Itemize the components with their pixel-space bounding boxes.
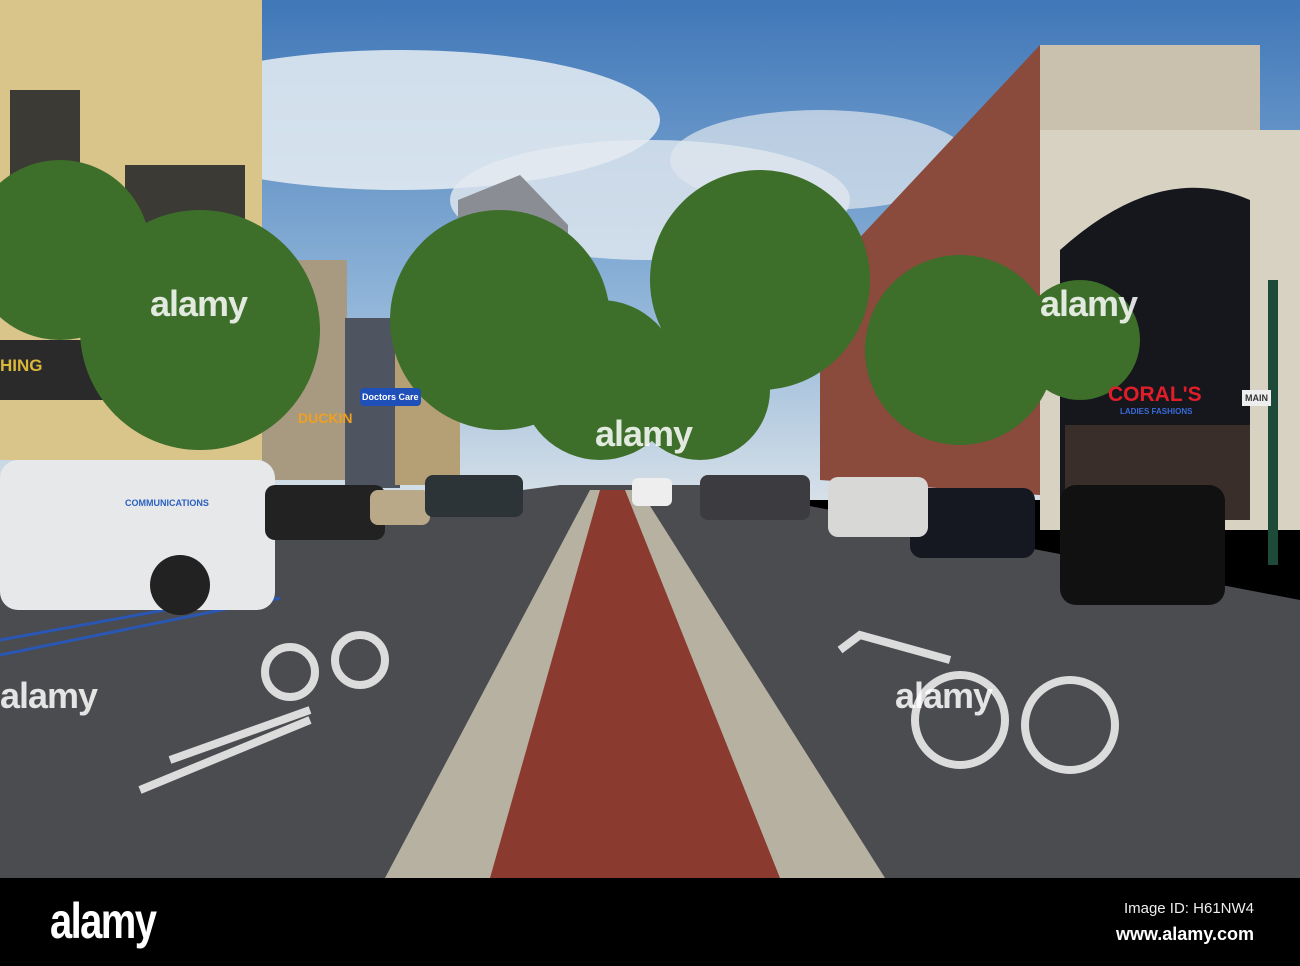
parked-cars: [700, 475, 810, 520]
watermark: alamy: [1040, 283, 1138, 324]
footer-bar: alamy Image ID: H61NW4 www.alamy.com: [0, 878, 1300, 966]
car: [910, 488, 1035, 558]
jeep: [425, 475, 523, 517]
car: [370, 490, 430, 525]
store-sign-left: HING: [0, 356, 43, 375]
website-link[interactable]: www.alamy.com: [1116, 924, 1254, 945]
street-photo: CORAL'S LADIES FASHIONS Doctors Care DUC…: [0, 0, 1300, 878]
watermark: alamy: [595, 413, 693, 454]
car: [632, 478, 672, 506]
coral-sign: CORAL'S: [1108, 383, 1202, 406]
van-lettering: COMMUNICATIONS: [125, 498, 209, 508]
image-id: Image ID: H61NW4: [1123, 900, 1254, 917]
coral-subsign: LADIES FASHIONS: [1120, 407, 1193, 416]
white-suv: [828, 477, 928, 537]
black-car: [1060, 485, 1225, 605]
coffee-sign: DUCKIN: [298, 410, 353, 426]
white-van: [0, 460, 275, 610]
banner: MAIN: [1242, 390, 1271, 406]
watermark: alamy: [0, 675, 98, 716]
alamy-logo: alamy: [50, 893, 157, 949]
clinic-sign: Doctors Care: [360, 388, 421, 406]
watermark: alamy: [895, 675, 993, 716]
watermark: alamy: [150, 283, 248, 324]
car: [265, 485, 385, 540]
lamp-post: [1268, 280, 1278, 565]
